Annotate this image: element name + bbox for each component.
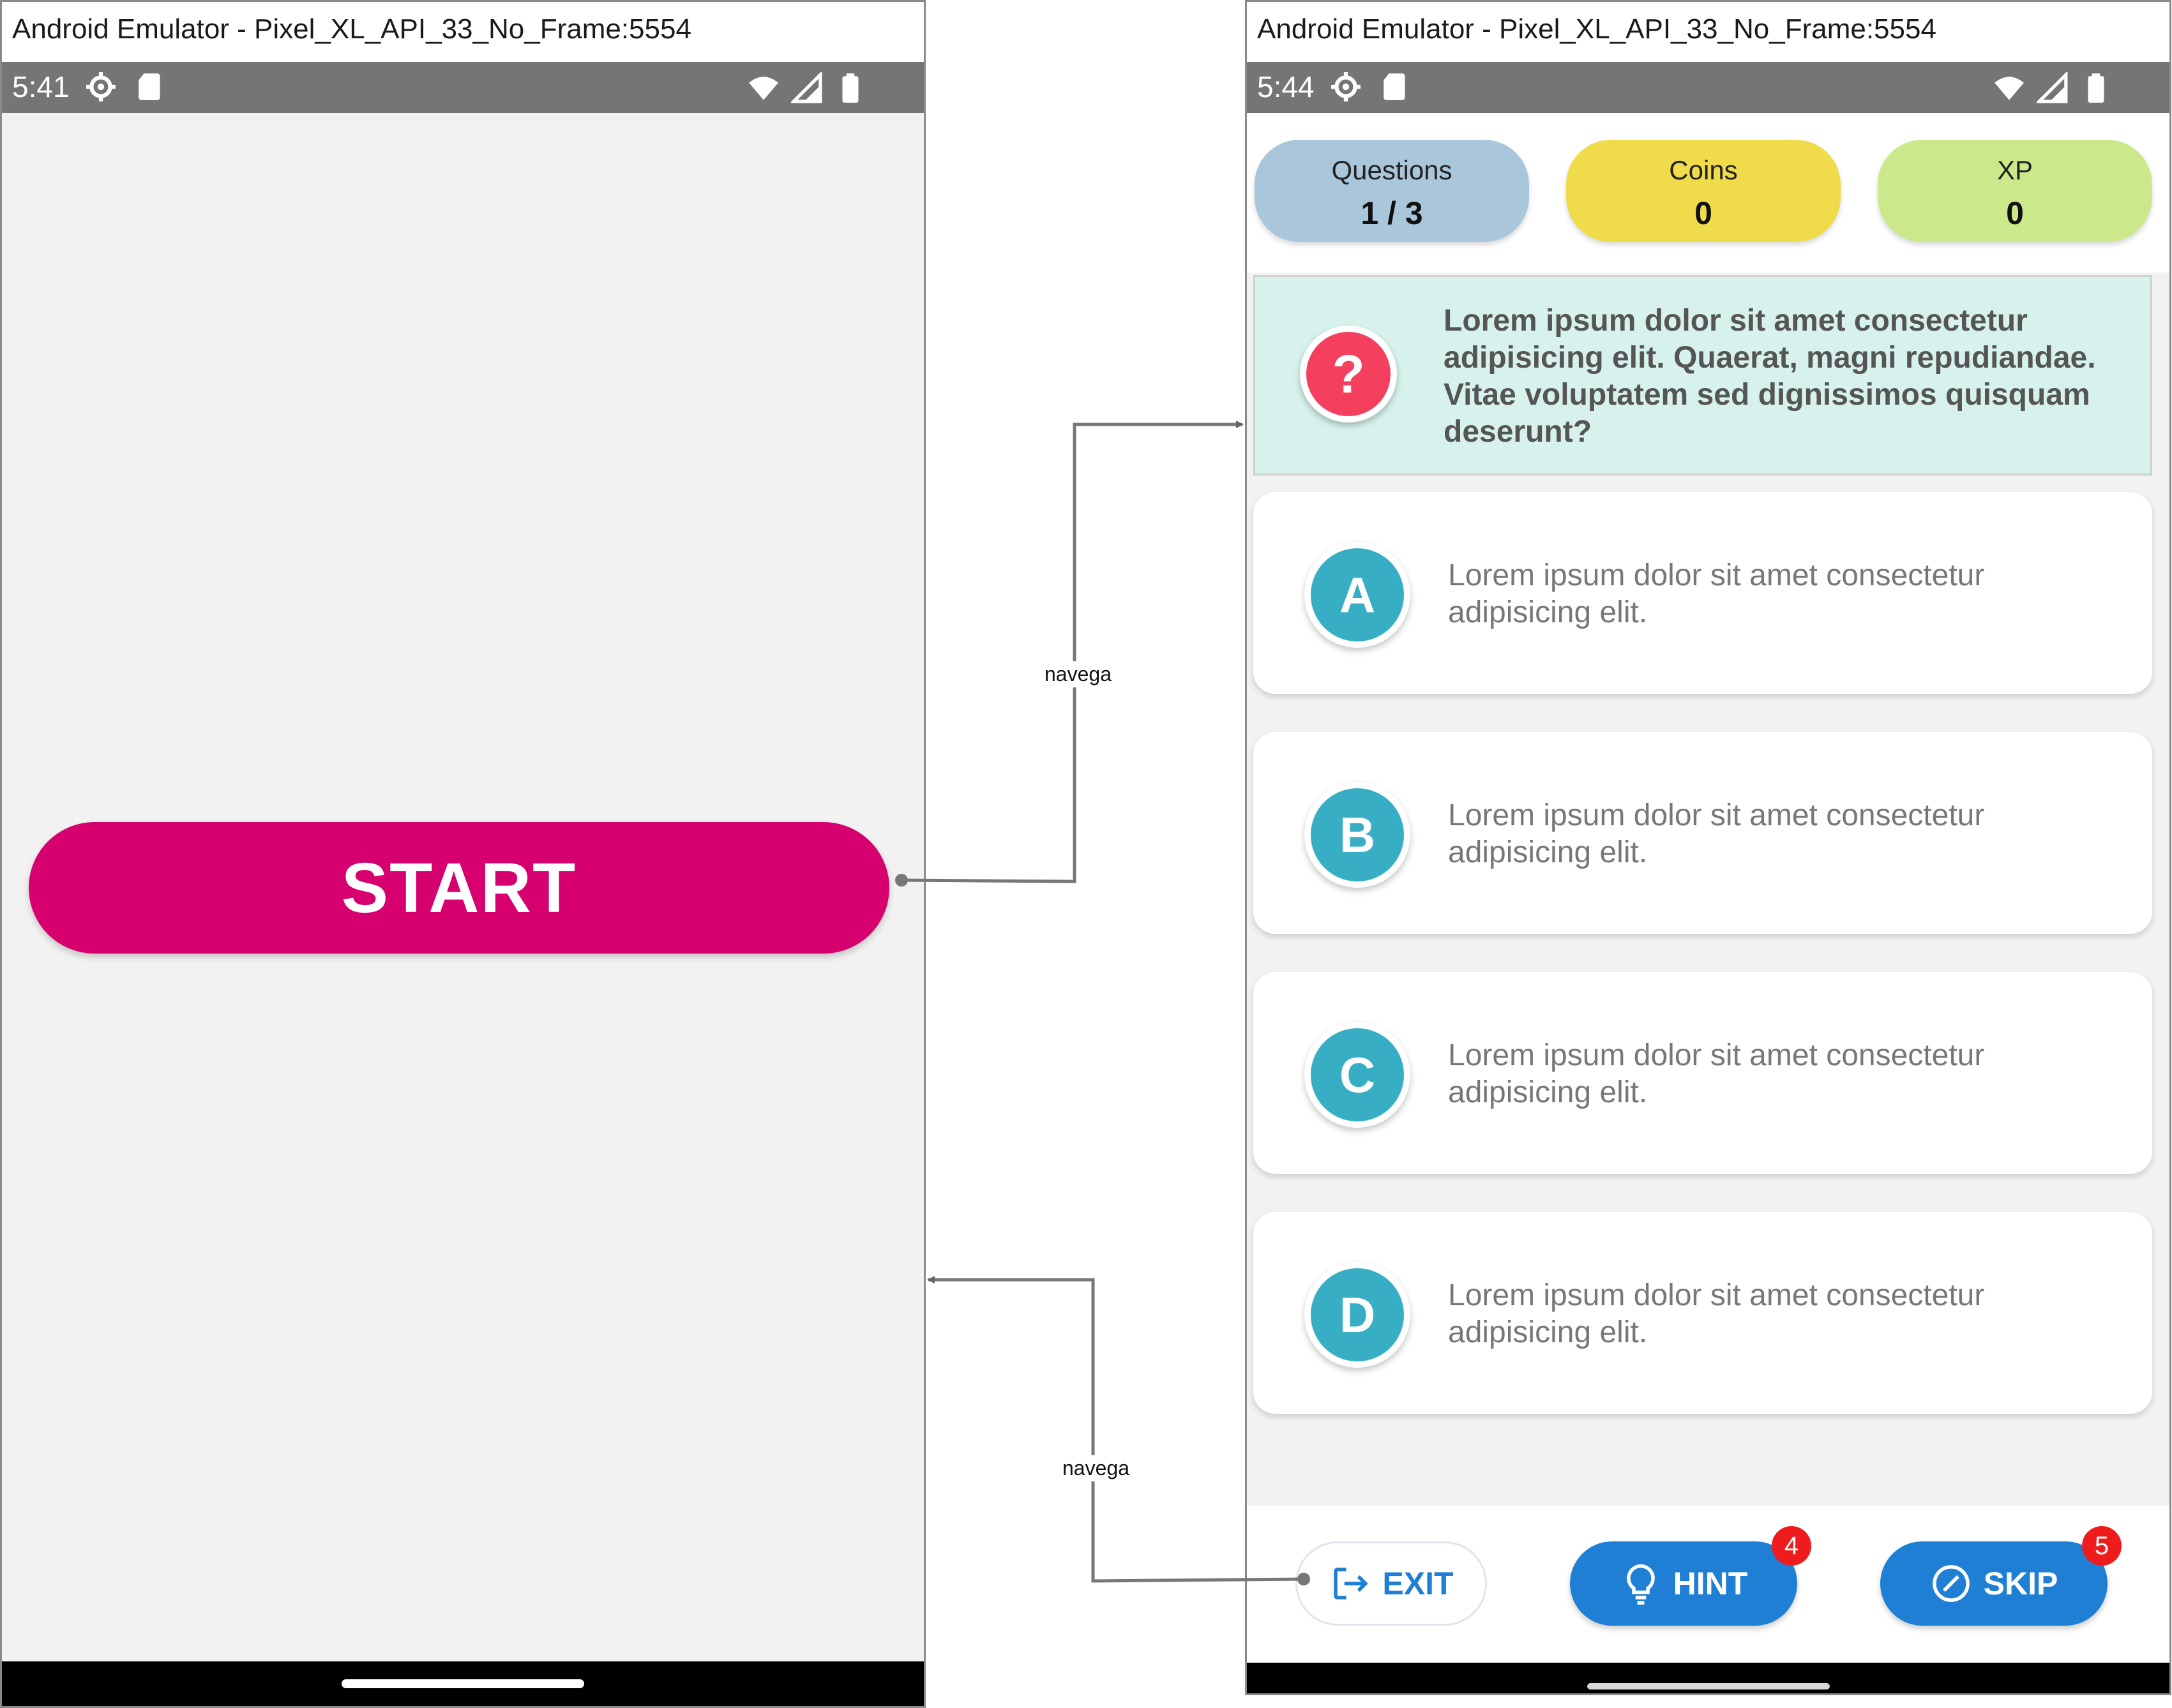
hint-button[interactable]: HINT 4 [1570, 1526, 1811, 1626]
edge-label-navega-back: navega [1059, 1455, 1133, 1481]
start-to-question-connector [901, 421, 1244, 883]
exit-label: EXIT [1382, 1566, 1454, 1601]
skip-button[interactable]: SKIP 5 [1880, 1526, 2122, 1626]
question-text: Lorem ipsum dolor sit amet consectetur a… [1444, 304, 2096, 449]
left-status-time: 5:41 [12, 70, 70, 103]
start-button[interactable]: START [29, 822, 889, 954]
xp-label: XP [1996, 155, 2033, 185]
battery-icon [2088, 73, 2104, 103]
right-emulator-window: Android Emulator - Pixel_XL_API_33_No_Fr… [1245, 0, 2171, 1695]
answer-letter-b: B [1304, 782, 1410, 888]
right-status-bar: 5:44 [1247, 62, 2169, 113]
coins-value: 0 [1694, 195, 1712, 231]
wifi-icon [1995, 77, 2024, 100]
answer-text-d: Lorem ipsum dolor sit amet consectetur a… [1448, 1278, 1985, 1349]
right-window-titlebar: Android Emulator - Pixel_XL_API_33_No_Fr… [1247, 2, 2169, 63]
settings-icon [1331, 72, 1361, 101]
answer-option-a[interactable]: A Lorem ipsum dolor sit amet consectetur… [1253, 492, 2152, 694]
answer-text-c: Lorem ipsum dolor sit amet consectetur a… [1448, 1038, 1985, 1109]
answer-option-b[interactable]: B Lorem ipsum dolor sit amet consectetur… [1253, 732, 2152, 934]
question-card: ? Lorem ipsum dolor sit amet consectetur… [1253, 275, 2152, 476]
xp-stat: XP 0 [1878, 140, 2152, 242]
hint-count-badge: 4 [1772, 1526, 1811, 1566]
signal-icon [791, 72, 822, 103]
skip-label: SKIP [1983, 1566, 2058, 1601]
answer-text-a: Lorem ipsum dolor sit amet consectetur a… [1448, 558, 1985, 629]
questions-value: 1 / 3 [1361, 195, 1423, 231]
hint-label: HINT [1673, 1566, 1748, 1601]
action-bar: EXIT HINT 4 SKIP 5 [1247, 1506, 2169, 1667]
coins-stat: Coins 0 [1566, 140, 1841, 242]
question-mark-icon: ? [1300, 326, 1397, 423]
stats-header: Questions 1 / 3 Coins 0 XP 0 [1247, 113, 2169, 273]
battery-icon [842, 73, 859, 103]
skip-icon [1932, 1565, 1970, 1602]
answer-letter-c: C [1304, 1022, 1410, 1128]
answer-letter-d: D [1304, 1262, 1410, 1368]
signal-icon [2037, 72, 2068, 103]
answer-option-c[interactable]: C Lorem ipsum dolor sit amet consectetur… [1253, 972, 2152, 1174]
wifi-icon [749, 77, 778, 100]
exit-button[interactable]: EXIT [1295, 1541, 1487, 1626]
left-status-bar: 5:41 [2, 62, 924, 113]
skip-count-badge: 5 [2082, 1526, 2122, 1566]
answer-option-d[interactable]: D Lorem ipsum dolor sit amet consectetur… [1253, 1212, 2152, 1414]
left-emulator-window: Android Emulator - Pixel_XL_API_33_No_Fr… [0, 0, 926, 1708]
answer-letter-a: A [1304, 542, 1410, 648]
lightbulb-icon [1626, 1564, 1655, 1605]
coins-label: Coins [1669, 155, 1738, 185]
edge-label-navega-forward: navega [1041, 661, 1115, 687]
left-window-title: Android Emulator - Pixel_XL_API_33_No_Fr… [12, 13, 691, 45]
settings-icon [86, 72, 116, 101]
home-gesture-pill[interactable] [342, 1679, 584, 1688]
sd-card-icon [1384, 73, 1405, 100]
right-window-title: Android Emulator - Pixel_XL_API_33_No_Fr… [1257, 13, 1936, 45]
questions-stat: Questions 1 / 3 [1255, 140, 1529, 242]
right-status-time: 5:44 [1257, 70, 1315, 103]
left-navigation-bar [2, 1661, 924, 1706]
right-navigation-bar [1247, 1663, 2169, 1693]
questions-label: Questions [1331, 155, 1452, 185]
sd-card-icon [139, 73, 160, 100]
exit-icon [1334, 1568, 1369, 1599]
xp-value: 0 [2006, 195, 2024, 231]
answer-text-b: Lorem ipsum dolor sit amet consectetur a… [1448, 798, 1985, 869]
home-gesture-pill[interactable] [1587, 1683, 1830, 1689]
left-window-titlebar: Android Emulator - Pixel_XL_API_33_No_Fr… [2, 2, 924, 63]
